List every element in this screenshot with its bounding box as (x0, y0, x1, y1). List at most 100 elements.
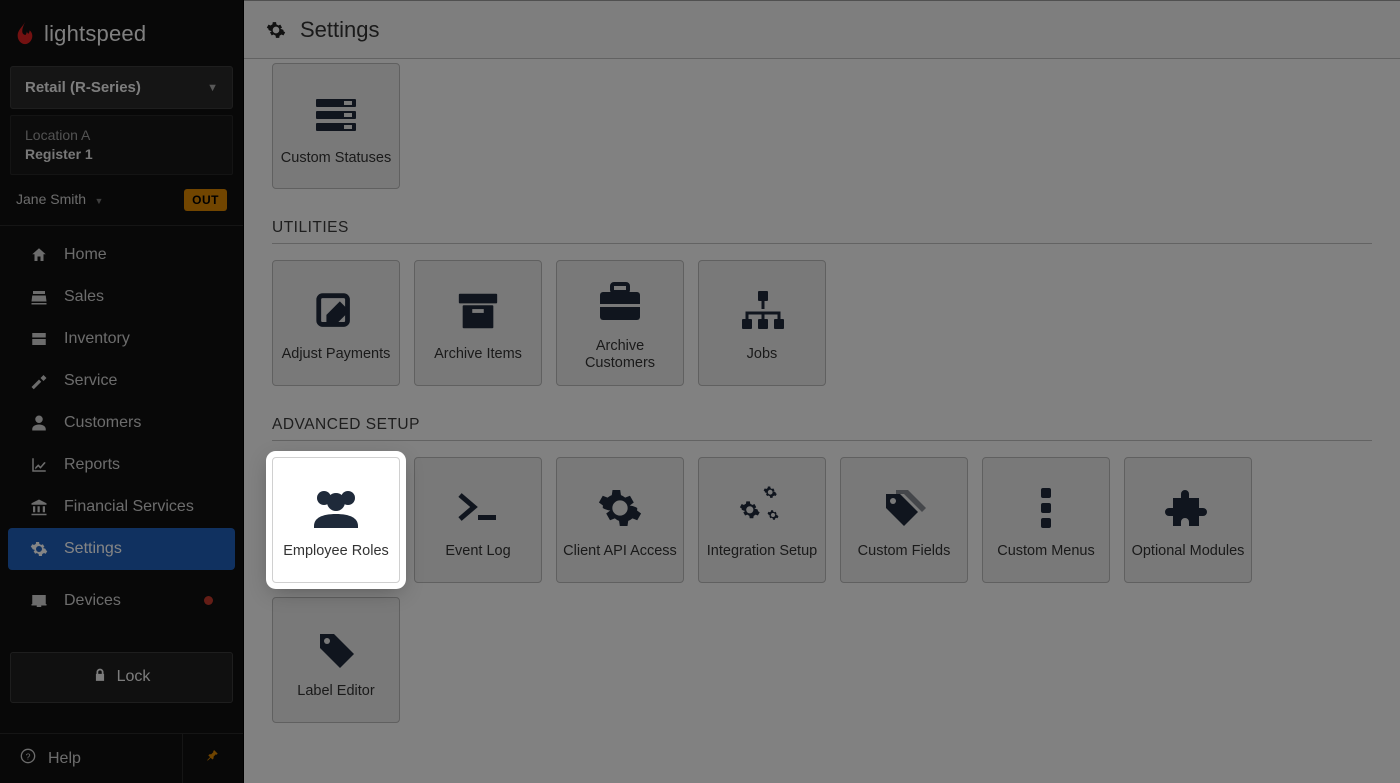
edit-box-icon (313, 284, 359, 338)
main-panel: Settings Custom Statuses UTILITIES Adjus… (244, 0, 1400, 783)
sidebar-item-service[interactable]: Service (8, 360, 235, 402)
clock-status-badge[interactable]: OUT (184, 189, 227, 211)
chart-icon (30, 456, 48, 474)
card-label-editor[interactable]: Label Editor (272, 597, 400, 723)
svg-text:?: ? (26, 751, 31, 761)
sidebar-item-settings[interactable]: Settings (8, 528, 235, 570)
user-row[interactable]: Jane Smith ▼ OUT (0, 175, 243, 225)
terminal-icon (456, 481, 500, 535)
user-icon (30, 414, 48, 432)
monitor-icon (30, 592, 48, 610)
card-label: Employee Roles (283, 543, 389, 560)
lock-button[interactable]: Lock (10, 652, 233, 703)
help-icon: ? (20, 748, 36, 769)
card-archive-customers[interactable]: Archive Customers (556, 260, 684, 386)
card-label: Custom Fields (858, 543, 951, 560)
card-event-log[interactable]: Event Log (414, 457, 542, 583)
sidebar-item-label: Devices (64, 592, 121, 610)
tags-icon (880, 481, 928, 535)
card-optional-modules[interactable]: Optional Modules (1124, 457, 1252, 583)
card-label: Custom Menus (997, 543, 1095, 560)
gears-icon (737, 481, 787, 535)
settings-content: Custom Statuses UTILITIES Adjust Payment… (244, 59, 1400, 763)
section-title-utilities: UTILITIES (272, 219, 1372, 237)
sidebar-item-label: Home (64, 246, 107, 264)
sidebar-item-label: Reports (64, 456, 120, 474)
sidebar-item-label: Financial Services (64, 498, 194, 516)
shop-selector[interactable]: Retail (R-Series) ▼ (10, 66, 233, 109)
lock-button-label: Lock (117, 668, 151, 686)
lock-icon (93, 667, 107, 688)
card-label: Archive Customers (563, 338, 677, 373)
gear-icon (266, 20, 286, 40)
sidebar-item-label: Settings (64, 540, 122, 558)
sidebar-item-financial-services[interactable]: Financial Services (8, 486, 235, 528)
location-name: Location A (25, 126, 218, 145)
dots-vertical-icon (1037, 481, 1055, 535)
card-label: Adjust Payments (282, 346, 391, 363)
sidebar-item-customers[interactable]: Customers (8, 402, 235, 444)
gear-icon (30, 540, 48, 558)
archive-box-icon (455, 284, 501, 338)
sidebar-item-sales[interactable]: Sales (8, 276, 235, 318)
card-jobs[interactable]: Jobs (698, 260, 826, 386)
page-title: Settings (300, 17, 380, 43)
alert-dot-icon (204, 596, 213, 605)
drawer-icon (30, 330, 48, 348)
card-label: Label Editor (297, 683, 374, 700)
sidebar: lightspeed Retail (R-Series) ▼ Location … (0, 0, 244, 783)
shop-selector-label: Retail (R-Series) (25, 79, 141, 96)
sidebar-item-label: Service (64, 372, 117, 390)
hierarchy-icon (738, 284, 786, 338)
page-header: Settings (244, 1, 1400, 59)
help-button[interactable]: ? Help (0, 734, 183, 783)
bank-icon (30, 498, 48, 516)
register-name: Register 1 (25, 145, 218, 164)
card-label: Jobs (747, 346, 778, 363)
card-employee-roles[interactable]: Employee Roles (272, 457, 400, 583)
card-custom-fields[interactable]: Custom Fields (840, 457, 968, 583)
chevron-down-icon: ▼ (207, 82, 218, 94)
list-icon (312, 88, 360, 142)
pin-button[interactable] (183, 734, 243, 783)
card-integration-setup[interactable]: Integration Setup (698, 457, 826, 583)
card-custom-statuses[interactable]: Custom Statuses (272, 63, 400, 189)
brand-logo: lightspeed (0, 0, 243, 66)
card-label: Optional Modules (1132, 543, 1245, 560)
tag-icon (314, 621, 358, 675)
card-label: Integration Setup (707, 543, 817, 560)
card-adjust-payments[interactable]: Adjust Payments (272, 260, 400, 386)
sidebar-item-label: Customers (64, 414, 141, 432)
divider (272, 243, 1372, 244)
sidebar-item-label: Inventory (64, 330, 130, 348)
card-client-api-access[interactable]: Client API Access (556, 457, 684, 583)
divider (272, 440, 1372, 441)
card-label: Client API Access (563, 543, 677, 560)
hammer-icon (30, 372, 48, 390)
card-label: Archive Items (434, 346, 522, 363)
user-name: Jane Smith (16, 191, 86, 207)
card-label: Custom Statuses (281, 150, 391, 166)
brand-name: lightspeed (44, 21, 146, 47)
card-label: Event Log (445, 543, 510, 560)
primary-nav: Home Sales Inventory Service Customers R… (0, 226, 243, 630)
sidebar-item-inventory[interactable]: Inventory (8, 318, 235, 360)
card-custom-menus[interactable]: Custom Menus (982, 457, 1110, 583)
help-label: Help (48, 750, 81, 768)
card-archive-items[interactable]: Archive Items (414, 260, 542, 386)
section-title-advanced: ADVANCED SETUP (272, 416, 1372, 434)
puzzle-icon (1165, 481, 1211, 535)
flame-icon (14, 20, 36, 48)
briefcase-icon (596, 276, 644, 330)
sidebar-item-label: Sales (64, 288, 104, 306)
sidebar-item-home[interactable]: Home (8, 234, 235, 276)
sidebar-item-devices[interactable]: Devices (8, 580, 235, 622)
register-icon (30, 288, 48, 306)
gear-icon (597, 481, 643, 535)
home-icon (30, 246, 48, 264)
sidebar-item-reports[interactable]: Reports (8, 444, 235, 486)
users-icon (310, 481, 362, 535)
pin-icon (206, 747, 220, 770)
location-register-box[interactable]: Location A Register 1 (10, 115, 233, 175)
sidebar-footer: ? Help (0, 733, 243, 783)
